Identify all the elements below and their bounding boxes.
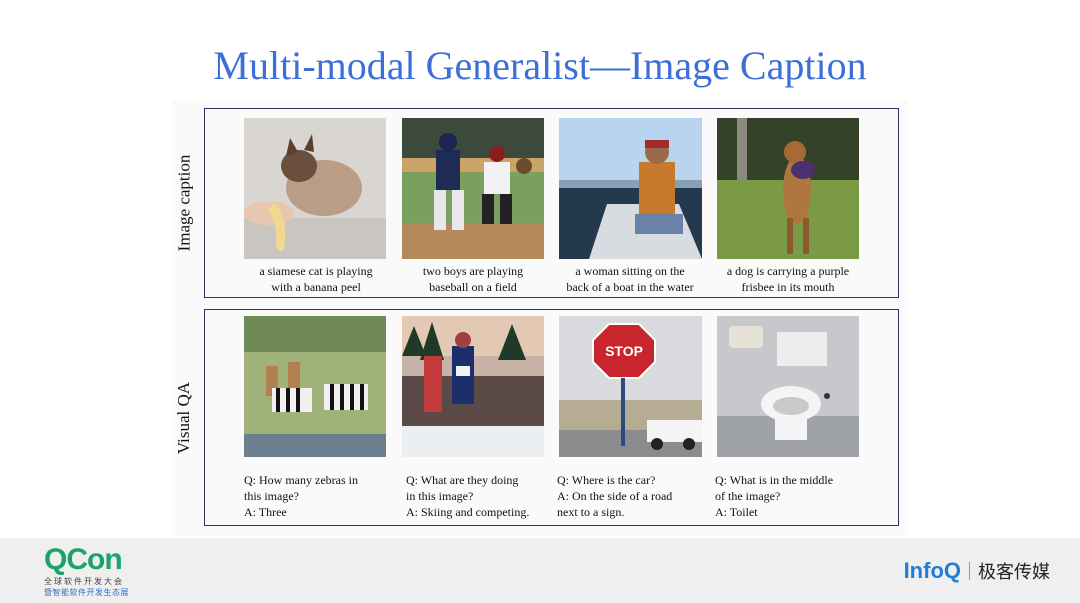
caption-text-1: a siamese cat is playing with a banana pe… <box>259 264 373 294</box>
zebras-photo <box>244 316 386 457</box>
logo-divider <box>969 562 970 580</box>
qcon-subtitle-2: 暨智能软件开发生态展 <box>44 588 129 597</box>
qa-text-1: Q: How many zebras in this image? A: Three <box>244 473 358 519</box>
figure: Image caption Visual QA a siamese cat is… <box>172 100 908 536</box>
woman-boat-photo <box>559 118 702 259</box>
qa-text-3: Q: Where is the car? A: On the side of a … <box>557 473 673 519</box>
infoq-chinese-name: 极客传媒 <box>978 562 1050 583</box>
cat-banana-photo <box>244 118 386 259</box>
image-caption-label: Image caption <box>174 154 194 252</box>
caption-text-2: two boys are playing baseball on a field <box>422 264 524 294</box>
caption-text-3: a woman sitting on the back of a boat in … <box>566 264 694 294</box>
skiing-photo <box>402 316 544 457</box>
qcon-subtitle: 全球软件开发大会 <box>44 577 124 586</box>
dog-frisbee-photo <box>717 118 859 259</box>
caption-text-4: a dog is carrying a purple frisbee in its… <box>726 264 850 294</box>
infoq-logo: InfoQ 极客传媒 <box>904 558 1050 584</box>
toilet-photo <box>717 316 859 457</box>
stop-sign-photo: STOP <box>559 316 702 457</box>
baseball-photo <box>402 118 544 259</box>
slide-title: Multi-modal Generalist—Image Caption <box>213 43 867 88</box>
footer-bar: QCon 全球软件开发大会 暨智能软件开发生态展 InfoQ 极客传媒 <box>0 538 1080 603</box>
infoq-wordmark: InfoQ <box>903 558 961 583</box>
qa-text-4: Q: What is in the middle of the image? A: … <box>715 473 834 519</box>
qcon-logo: QCon 全球软件开发大会 暨智能软件开发生态展 <box>44 544 129 598</box>
qa-text-2: Q: What are they doing in this image? A: S… <box>406 473 530 519</box>
qcon-wordmark: QCon <box>44 543 123 576</box>
visual-qa-label: Visual QA <box>174 381 194 454</box>
stop-sign-text: STOP <box>605 343 643 359</box>
